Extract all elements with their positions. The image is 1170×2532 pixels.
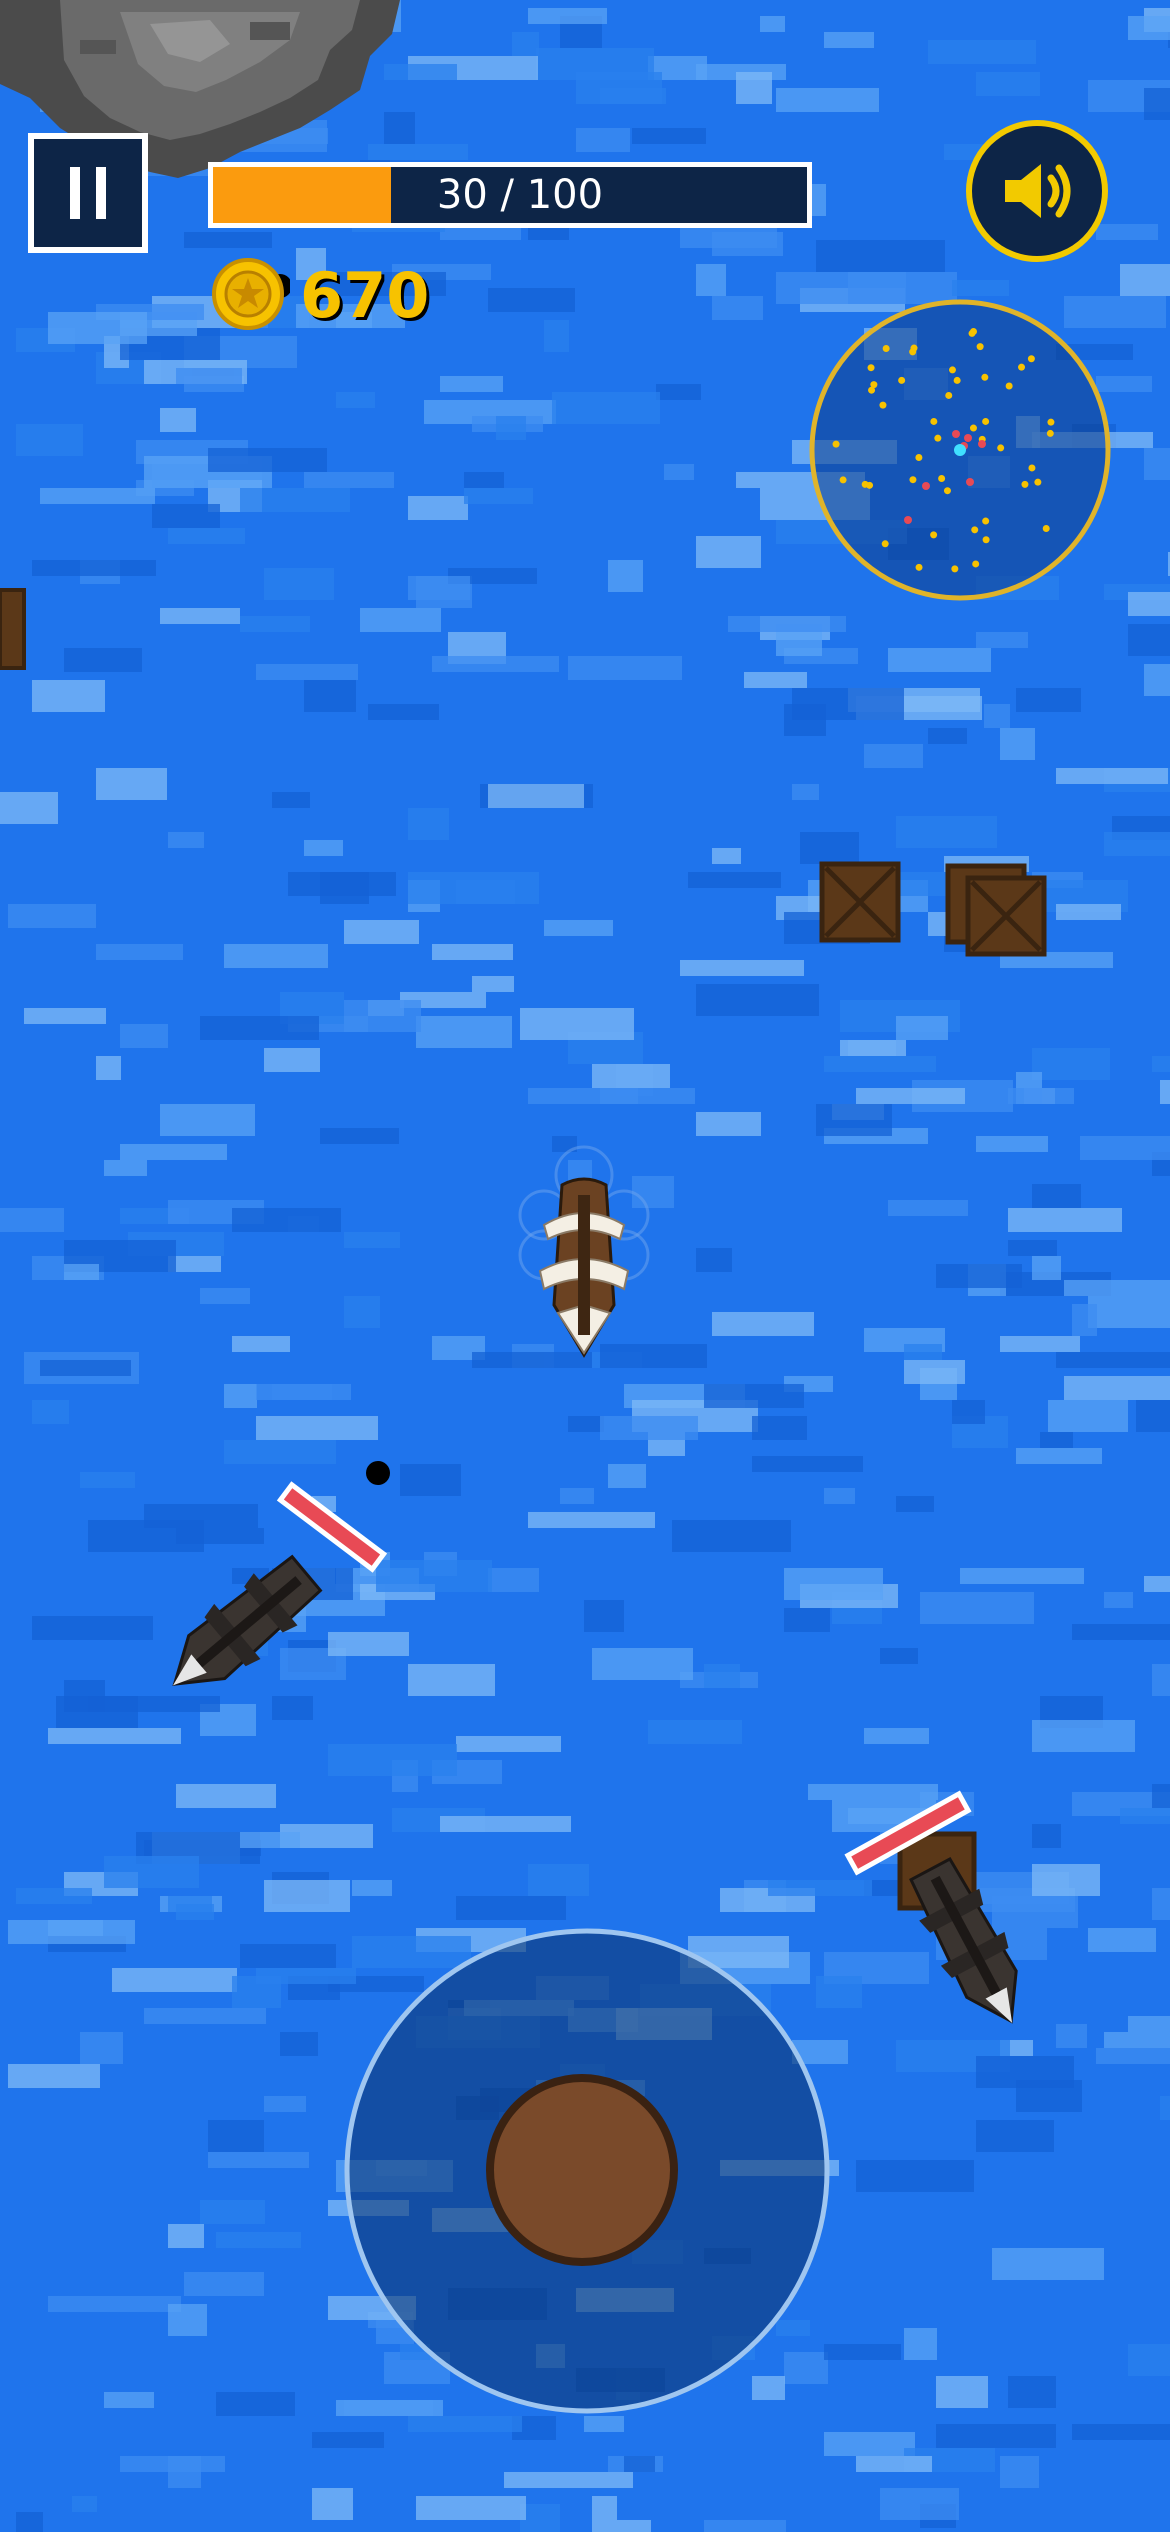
minimap-coin-marker [972, 560, 980, 568]
minimap-coin-marker [1018, 363, 1026, 371]
virtual-joystick[interactable] [342, 1926, 832, 2416]
minimap-coin-marker [943, 487, 951, 495]
minimap-coin-marker [945, 391, 953, 399]
crate [945, 863, 1047, 957]
minimap-coin-marker [1021, 480, 1029, 488]
crate [819, 861, 901, 943]
game-scene: 30 / 100 670 [0, 0, 1170, 2532]
minimap-enemy-marker [964, 434, 972, 442]
joystick-knob[interactable] [486, 2074, 678, 2266]
minimap-enemy-marker [904, 516, 912, 524]
minimap-coin-marker [948, 366, 956, 374]
minimap-coin-marker [997, 444, 1005, 452]
cannonball [366, 1461, 390, 1485]
minimap-coin-marker [870, 381, 878, 389]
minimap-coin-marker [1028, 464, 1036, 472]
minimap-coin-marker [982, 536, 990, 544]
minimap-coin-marker [898, 376, 906, 384]
minimap-coin-marker [915, 563, 923, 571]
minimap-coin-marker [867, 364, 875, 372]
minimap-coin-marker [951, 565, 959, 573]
minimap-coin-marker [832, 440, 840, 448]
minimap-coin-marker [934, 434, 942, 442]
minimap-coin-marker [879, 401, 887, 409]
minimap-enemy-marker [978, 440, 986, 448]
minimap-enemy-marker [922, 482, 930, 490]
star-coin-icon [212, 258, 290, 330]
minimap-coin-marker [1034, 478, 1042, 486]
minimap-coin-marker [982, 417, 990, 425]
minimap-coin-marker [982, 517, 990, 525]
minimap-coin-marker [981, 373, 989, 381]
minimap-coin-marker [909, 348, 917, 356]
minimap-coin-marker [930, 417, 938, 425]
minimap-coin-marker [915, 454, 923, 462]
minimap-coin-marker [1047, 418, 1055, 426]
minimap-enemy-marker [952, 430, 960, 438]
minimap-coin-marker [969, 328, 977, 336]
minimap-coin-marker [866, 481, 874, 489]
sound-toggle-button[interactable] [966, 120, 1108, 262]
minimap [809, 299, 1111, 601]
minimap-coin-marker [938, 474, 946, 482]
minimap-coin-marker [953, 376, 961, 384]
minimap-coin-marker [881, 540, 889, 548]
pause-icon [70, 167, 80, 219]
health-text: 30 / 100 [436, 172, 604, 218]
minimap-coin-marker [971, 526, 979, 534]
speaker-icon [1005, 164, 1071, 218]
minimap-coin-marker [930, 531, 938, 539]
minimap-enemy-marker [966, 478, 974, 486]
coin-count: 670 [300, 259, 430, 332]
minimap-coin-marker [1046, 429, 1054, 437]
pause-button[interactable] [28, 133, 148, 253]
minimap-coin-marker [969, 424, 977, 432]
minimap-coin-marker [1005, 382, 1013, 390]
minimap-coin-marker [909, 476, 917, 484]
minimap-coin-marker [882, 344, 890, 352]
health-bar: 30 / 100 [208, 162, 812, 228]
minimap-coin-marker [976, 343, 984, 351]
minimap-coin-marker [1042, 525, 1050, 533]
minimap-coin-marker [1027, 355, 1035, 363]
minimap-coin-marker [839, 476, 847, 484]
crate [0, 588, 26, 670]
minimap-player-marker [954, 444, 966, 456]
